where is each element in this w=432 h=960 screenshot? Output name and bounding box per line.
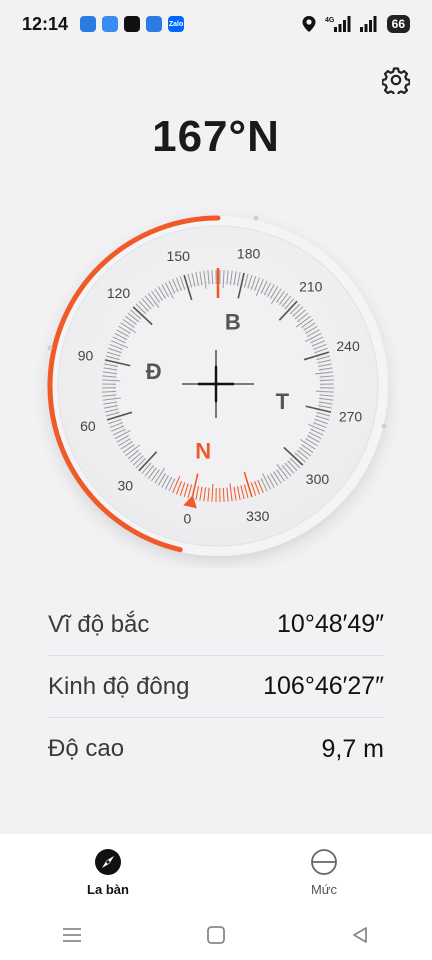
recents-icon xyxy=(63,928,81,942)
tab-level-label: Mức xyxy=(310,881,338,897)
degree-label: 210 xyxy=(299,279,323,295)
tab-compass[interactable]: La bàn xyxy=(0,834,216,910)
settings-button[interactable] xyxy=(380,64,412,96)
heading-readout: 167°N xyxy=(152,112,280,161)
longitude-value: 106°46′27″ xyxy=(263,672,384,700)
degree-label: 30 xyxy=(117,477,133,493)
direction-east: Đ xyxy=(146,359,162,384)
altitude-label: Độ cao xyxy=(48,735,125,762)
tab-bar: La bàn Mức xyxy=(0,834,432,910)
tab-level[interactable]: Mức xyxy=(216,834,432,910)
back-button[interactable] xyxy=(340,915,380,955)
system-nav-bar xyxy=(0,910,432,960)
degree-label: 120 xyxy=(107,285,131,301)
home-button[interactable] xyxy=(196,915,236,955)
compass-icon xyxy=(95,848,121,875)
status-time: 12:14 xyxy=(22,13,69,34)
signal-icon xyxy=(359,16,377,32)
degree-label: 0 xyxy=(184,511,192,527)
location-info: Vĩ độ bắc 10°48′49″ Kinh độ đông 106°46′… xyxy=(48,594,384,780)
location-icon xyxy=(302,16,316,32)
direction-west: T xyxy=(276,389,290,414)
tiktok-icon xyxy=(124,16,141,32)
recents-button[interactable] xyxy=(52,915,92,955)
degree-label: 240 xyxy=(336,338,360,354)
gear-icon xyxy=(382,67,410,94)
latitude-row: Vĩ độ bắc 10°48′49″ xyxy=(48,594,384,656)
signal-4g-icon: 4G xyxy=(325,16,351,32)
direction-north: N xyxy=(195,438,211,463)
longitude-label: Kinh độ đông xyxy=(48,672,190,700)
compass-svg: 0 30 60 90 120 150 180 210 240 270 300 330 N Đ B T xyxy=(47,215,388,556)
bezel-dot xyxy=(253,215,259,221)
degree-label: 180 xyxy=(237,245,261,261)
status-bar: 12:14 Zalo 4G 66 xyxy=(0,0,432,48)
battery-indicator: 66 xyxy=(386,15,410,33)
app-icon xyxy=(146,16,163,32)
app-icon xyxy=(102,16,119,32)
bezel-dot xyxy=(47,345,53,351)
degree-label: 60 xyxy=(80,418,96,434)
notification-icons: Zalo xyxy=(80,16,185,32)
altitude-value: 9,7 m xyxy=(321,734,384,763)
degree-label: 150 xyxy=(167,248,191,264)
degree-label: 270 xyxy=(339,409,363,425)
home-icon xyxy=(207,926,225,944)
degree-label: 90 xyxy=(78,347,94,363)
network-type: 4G xyxy=(325,17,335,24)
degree-label: 330 xyxy=(246,508,270,524)
latitude-value: 10°48′49″ xyxy=(277,610,384,638)
direction-south: B xyxy=(225,310,241,335)
status-right: 4G 66 xyxy=(301,15,410,33)
altitude-row: Độ cao 9,7 m xyxy=(48,718,384,780)
app-icon xyxy=(80,16,97,32)
latitude-label: Vĩ độ bắc xyxy=(48,610,150,638)
zalo-icon: Zalo xyxy=(168,16,185,32)
bezel-dot xyxy=(381,423,387,429)
tab-compass-label: La bàn xyxy=(87,881,129,897)
degree-label: 300 xyxy=(306,471,330,487)
level-icon xyxy=(311,848,337,875)
longitude-row: Kinh độ đông 106°46′27″ xyxy=(48,656,384,718)
back-icon xyxy=(353,927,367,943)
compass-dial: 0 30 60 90 120 150 180 210 240 270 300 330 N Đ B T xyxy=(36,204,400,568)
